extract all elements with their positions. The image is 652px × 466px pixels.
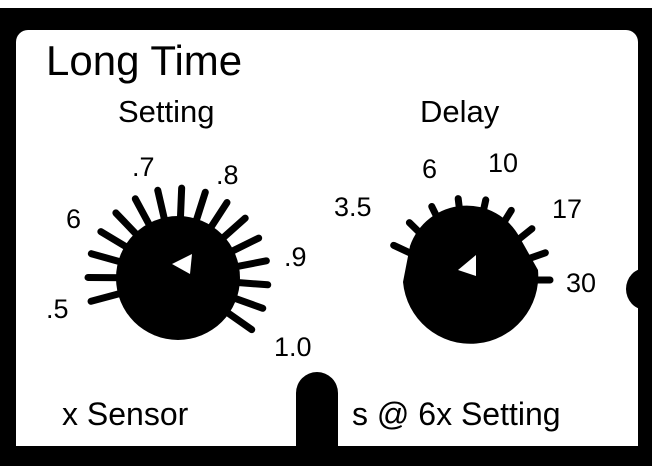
setting-dial-knob[interactable] [116,216,240,340]
setting-dial[interactable] [84,184,272,340]
dials-layer [84,184,554,344]
delay-dial-knob-body [408,220,528,340]
delay-dial[interactable] [390,195,554,344]
